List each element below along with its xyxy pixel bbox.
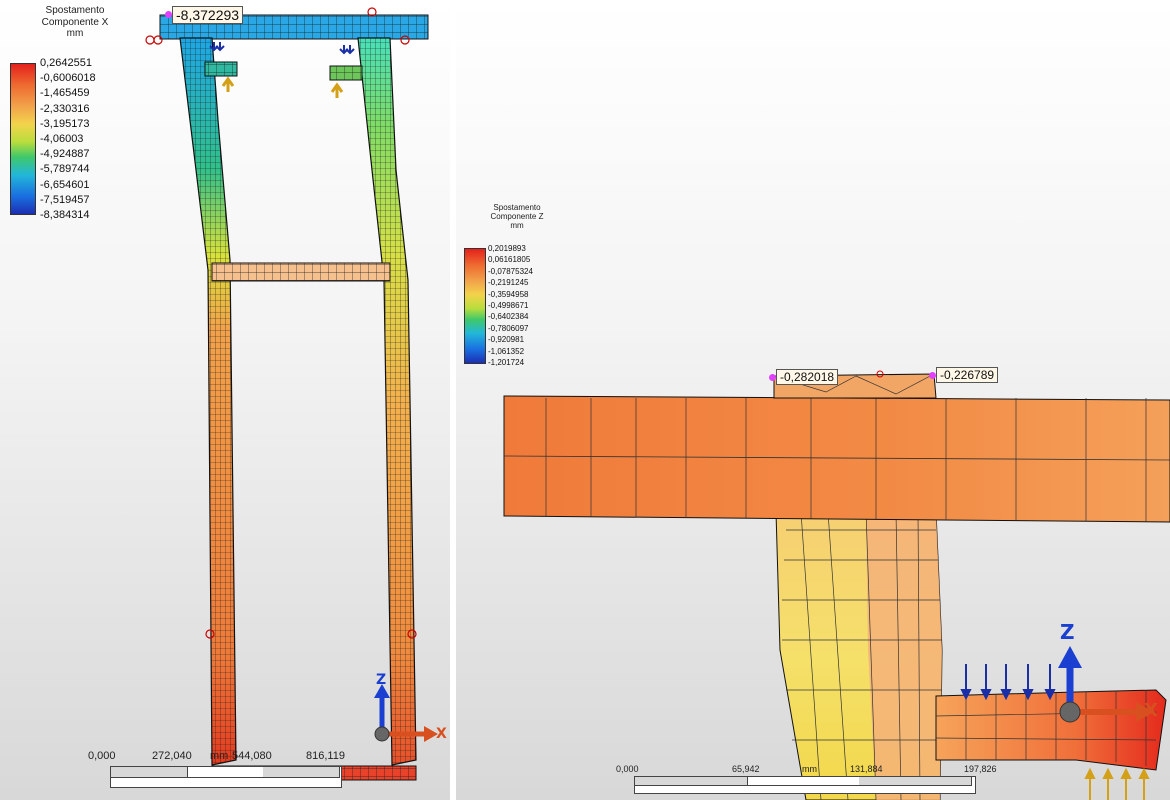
probe-marker[interactable] xyxy=(165,11,172,18)
probe-value-label-2: -0,226789 xyxy=(936,367,999,383)
probe-marker-1[interactable] xyxy=(769,374,776,381)
axis-z-label-right: Z xyxy=(1060,620,1075,644)
scale-label-0: 0,000 xyxy=(88,750,116,762)
scale-label-r3: 131,884 xyxy=(850,764,883,774)
right-viewport[interactable]: Spostamento Componente Z mm 0,2019893 0,0… xyxy=(456,0,1170,800)
scale-label-1: 272,040 xyxy=(152,750,192,762)
scale-unit: mm xyxy=(210,750,229,762)
probe-marker-2[interactable] xyxy=(929,372,936,379)
scale-bar-right xyxy=(634,776,976,794)
axis-x-label-right: X xyxy=(1144,700,1158,721)
probe-value-label: -8,372293 xyxy=(172,6,244,24)
left-viewport[interactable]: Spostamento Componente X mm 0,2642551 -0,… xyxy=(0,0,450,800)
axis-z-label: Z xyxy=(376,672,387,688)
scale-label-r4: 197,826 xyxy=(964,764,997,774)
scale-label-2: 544,080 xyxy=(232,750,272,762)
probe-value-label-1: -0,282018 xyxy=(776,369,839,385)
scale-bar xyxy=(110,766,342,788)
axis-x-label: X xyxy=(436,726,447,742)
scale-label-r0: 0,000 xyxy=(616,764,639,774)
scale-label-3: 816,119 xyxy=(306,750,345,762)
scale-label-r2: mm xyxy=(802,764,817,774)
scale-label-r1: 65,942 xyxy=(732,764,760,774)
